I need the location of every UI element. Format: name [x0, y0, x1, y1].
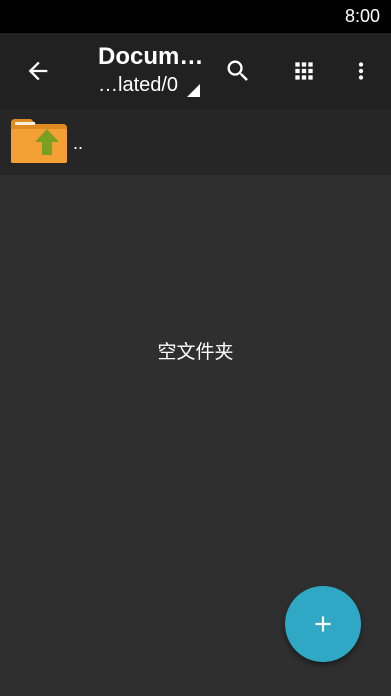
- more-vert-icon: [358, 62, 364, 80]
- folder-up-icon: [11, 119, 67, 163]
- add-icon: [315, 616, 331, 632]
- app-bar: Docum… …lated/0: [0, 33, 391, 109]
- overflow-menu-button[interactable]: [341, 51, 381, 91]
- add-button[interactable]: [285, 586, 361, 662]
- list-item-label: ..: [73, 133, 84, 153]
- dropdown-triangle-icon: [187, 84, 200, 97]
- grid-view-icon: [295, 62, 313, 80]
- search-button[interactable]: [218, 51, 258, 91]
- status-time: 8:00: [344, 6, 380, 26]
- status-bar: 8:00: [0, 0, 391, 33]
- search-icon: [227, 60, 248, 81]
- arrow-back-icon: [28, 61, 48, 81]
- empty-folder-message: 空文件夹: [157, 341, 234, 363]
- back-button[interactable]: [18, 51, 58, 91]
- page-title: Docum…: [98, 43, 204, 70]
- title-block[interactable]: Docum… …lated/0: [98, 42, 210, 98]
- file-list: ..: [0, 109, 391, 175]
- list-item-parent-folder[interactable]: ..: [0, 109, 391, 175]
- view-mode-button[interactable]: [284, 51, 324, 91]
- path-label: …lated/0: [98, 74, 179, 96]
- path-selector[interactable]: …lated/0: [98, 72, 210, 98]
